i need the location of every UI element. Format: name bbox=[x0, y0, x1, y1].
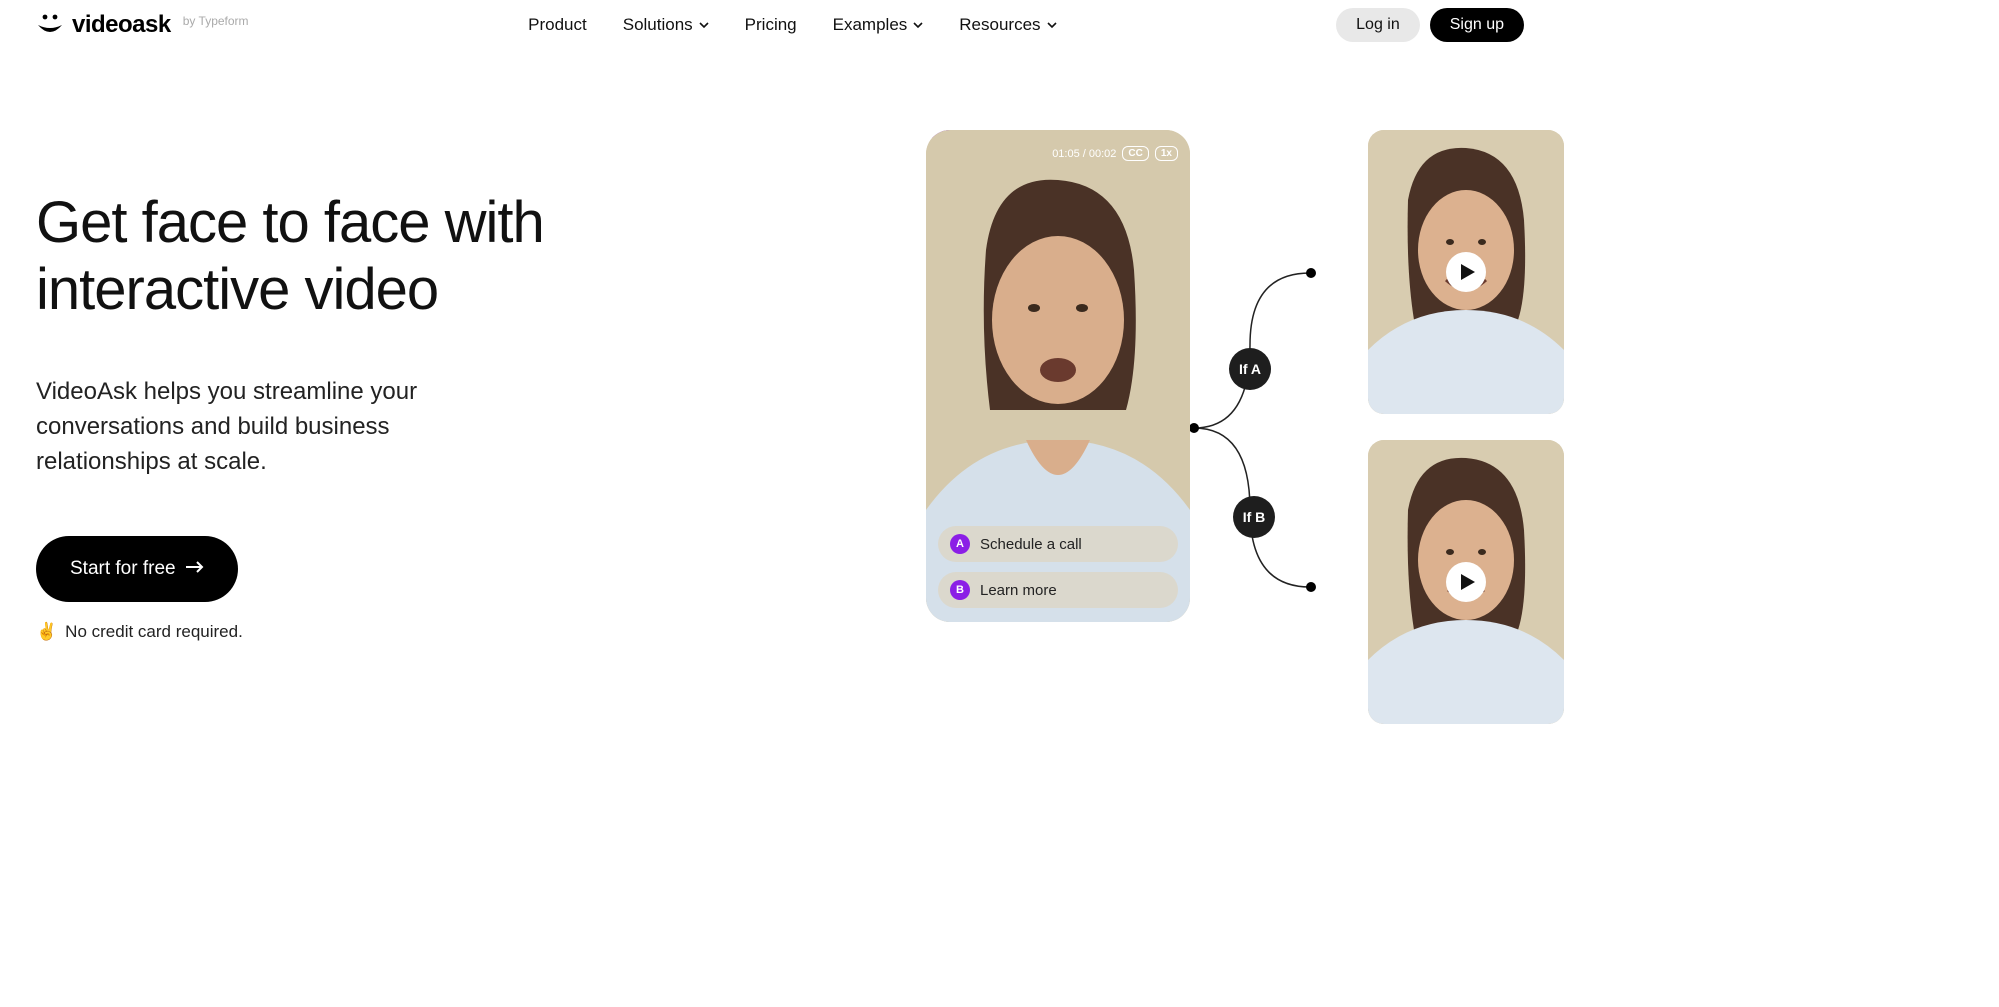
hero-title: Get face to face with interactive video bbox=[36, 190, 676, 323]
phone-mockup: 01:05 / 00:02 CC 1x A Schedule a call B … bbox=[926, 130, 1190, 622]
hero-section: Get face to face with interactive video … bbox=[0, 190, 1560, 642]
option-badge-b: B bbox=[950, 580, 970, 600]
nav-examples[interactable]: Examples bbox=[833, 15, 924, 35]
video-time: 01:05 / 00:02 bbox=[1052, 148, 1116, 160]
nav-resources-label: Resources bbox=[959, 15, 1040, 35]
branch-curves bbox=[1190, 260, 1320, 600]
cta-group: Start for free ✌️ No credit card require… bbox=[36, 536, 676, 642]
play-icon bbox=[1446, 562, 1486, 602]
peace-emoji-icon: ✌️ bbox=[36, 622, 57, 642]
chevron-down-icon bbox=[913, 20, 923, 30]
nav-solutions-label: Solutions bbox=[623, 15, 693, 35]
logo-byline: by Typeform bbox=[183, 14, 249, 28]
option-label: Schedule a call bbox=[980, 536, 1082, 553]
cta-label: Start for free bbox=[70, 558, 176, 580]
videoask-logo-icon bbox=[36, 13, 64, 37]
nav-pricing-label: Pricing bbox=[745, 15, 797, 35]
branch-dot-bottom bbox=[1306, 582, 1316, 592]
chevron-down-icon bbox=[699, 20, 709, 30]
branch-dot-top bbox=[1306, 268, 1316, 278]
video-options: A Schedule a call B Learn more bbox=[938, 526, 1178, 608]
nav-examples-label: Examples bbox=[833, 15, 908, 35]
nav-product-label: Product bbox=[528, 15, 587, 35]
logo-text: videoask bbox=[72, 11, 171, 39]
branch-node-if-a: If A bbox=[1229, 348, 1271, 390]
hero-visual: 01:05 / 00:02 CC 1x A Schedule a call B … bbox=[736, 190, 1524, 642]
site-header: videoask by Typeform Product Solutions P… bbox=[0, 0, 1560, 50]
video-top-bar: 01:05 / 00:02 CC 1x bbox=[938, 146, 1178, 161]
branch-thumbnail-a[interactable] bbox=[1368, 130, 1564, 414]
nav-solutions[interactable]: Solutions bbox=[623, 15, 709, 35]
auth-buttons: Log in Sign up bbox=[1336, 8, 1524, 42]
play-icon bbox=[1446, 252, 1486, 292]
logo-group: videoask by Typeform bbox=[36, 11, 249, 39]
hero-left: Get face to face with interactive video … bbox=[36, 190, 676, 642]
cta-note-text: No credit card required. bbox=[65, 622, 243, 642]
chevron-down-icon bbox=[1047, 20, 1057, 30]
arrow-right-icon bbox=[186, 558, 204, 580]
hero-subtitle: VideoAsk helps you streamline your conve… bbox=[36, 375, 516, 479]
main-nav: Product Solutions Pricing Examples Resou… bbox=[528, 15, 1056, 35]
option-badge-a: A bbox=[950, 534, 970, 554]
branch-dot-center bbox=[1189, 423, 1199, 433]
option-learn-more[interactable]: B Learn more bbox=[938, 572, 1178, 608]
speed-toggle[interactable]: 1x bbox=[1155, 146, 1178, 161]
start-for-free-button[interactable]: Start for free bbox=[36, 536, 238, 602]
signup-button[interactable]: Sign up bbox=[1430, 8, 1524, 42]
login-button[interactable]: Log in bbox=[1336, 8, 1420, 42]
nav-pricing[interactable]: Pricing bbox=[745, 15, 797, 35]
branch-node-if-b: If B bbox=[1233, 496, 1275, 538]
cc-toggle[interactable]: CC bbox=[1122, 146, 1148, 161]
nav-product[interactable]: Product bbox=[528, 15, 587, 35]
branch-thumbnail-b[interactable] bbox=[1368, 440, 1564, 724]
option-label: Learn more bbox=[980, 582, 1057, 599]
option-schedule-call[interactable]: A Schedule a call bbox=[938, 526, 1178, 562]
cta-note: ✌️ No credit card required. bbox=[36, 622, 676, 642]
nav-resources[interactable]: Resources bbox=[959, 15, 1056, 35]
